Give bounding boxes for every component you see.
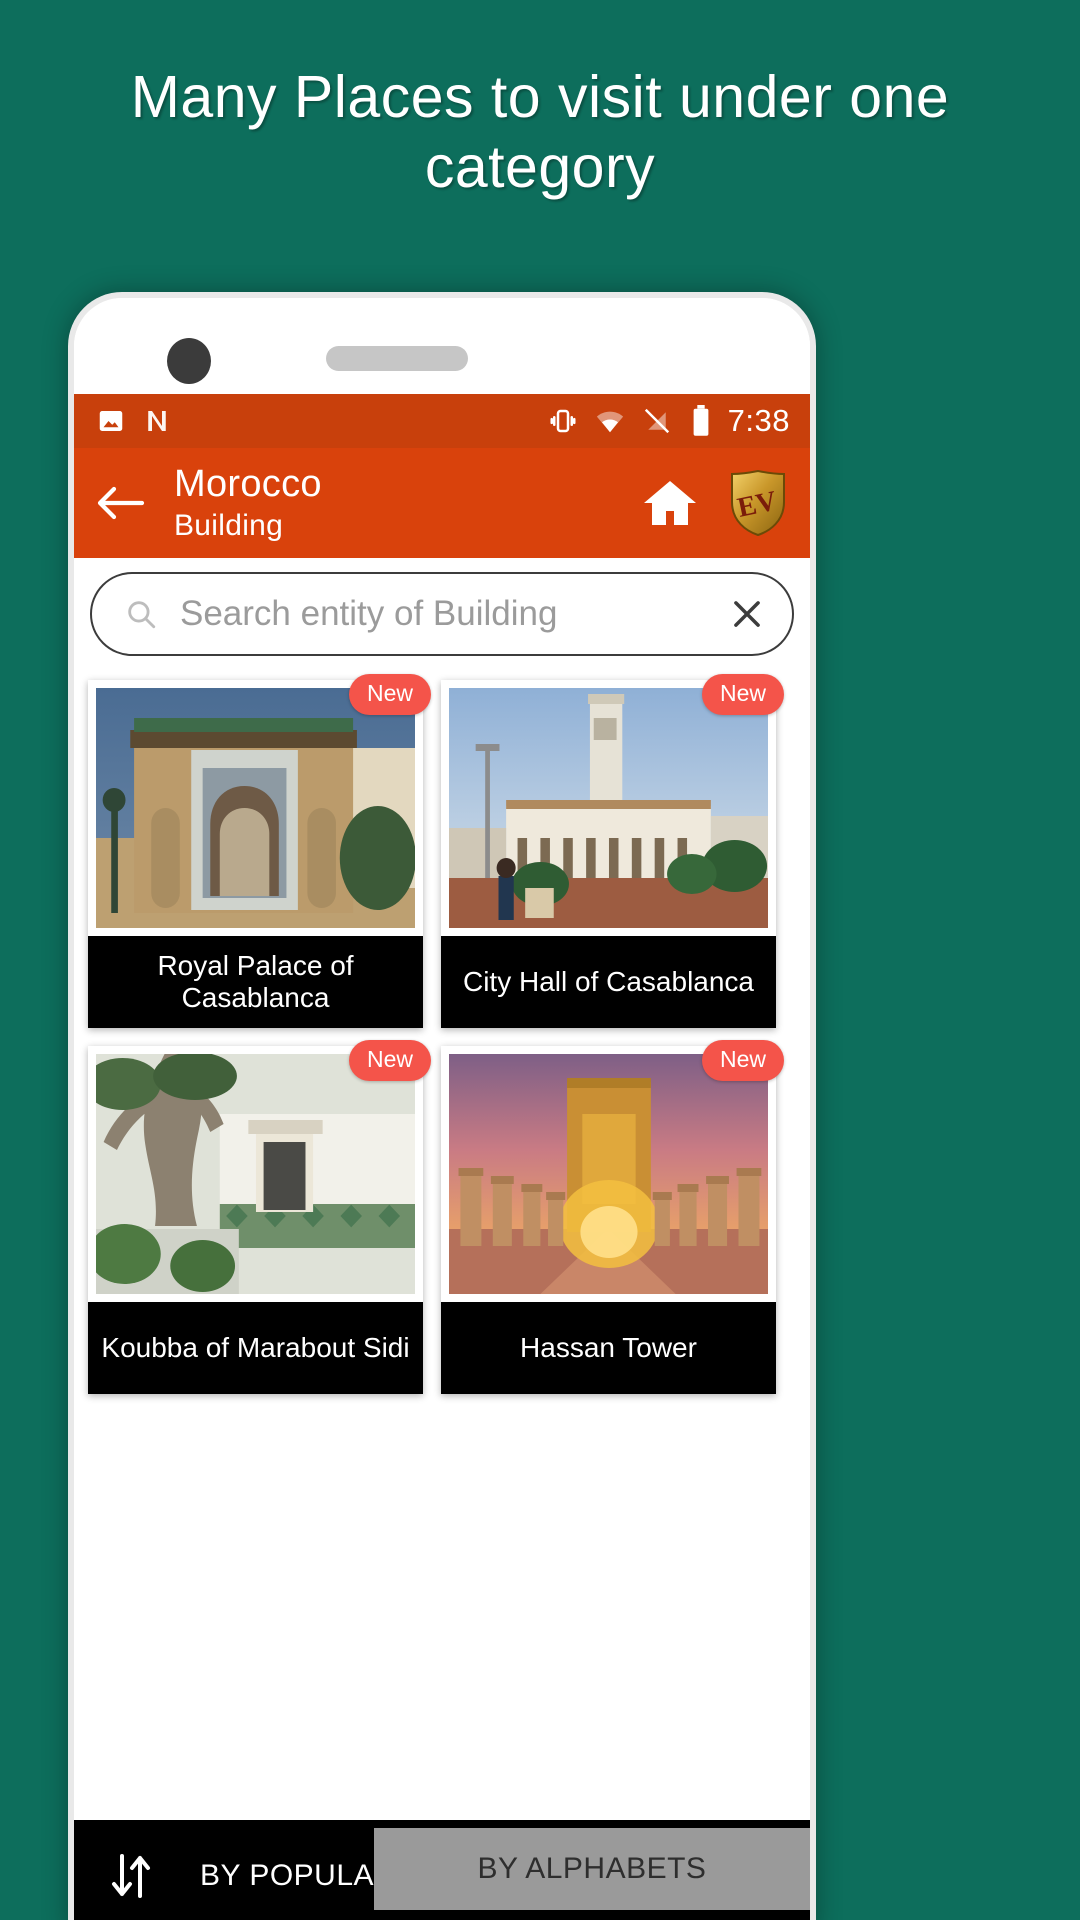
entity-thumbnail <box>96 688 415 928</box>
close-icon[interactable] <box>728 595 766 633</box>
phone-mockup: 7:38 Morocco Building EV Search entity o… <box>68 292 816 1920</box>
search-section: Search entity of Building <box>74 558 810 666</box>
status-bar-notifications <box>96 406 172 436</box>
toolbar-subtitle: Building <box>174 508 284 542</box>
status-bar: 7:38 <box>74 394 810 448</box>
entity-grid: New Royal Palace of Casablanca New City … <box>74 666 810 1394</box>
status-bar-clock: 7:38 <box>727 403 790 438</box>
phone-screen: 7:38 Morocco Building EV Search entity o… <box>74 298 810 1920</box>
front-camera-icon <box>167 338 211 384</box>
sort-bar: BY POPULARITY BY ALPHABETS <box>74 1820 810 1920</box>
search-placeholder: Search entity of Building <box>180 594 558 633</box>
entity-card[interactable]: New <box>441 1040 784 1394</box>
toolbar-titles: Morocco Building <box>174 462 322 542</box>
entity-title: Hassan Tower <box>441 1302 776 1394</box>
vibrate-icon <box>548 406 578 436</box>
search-icon <box>124 597 158 631</box>
signal-off-icon <box>642 406 672 436</box>
status-badge: New <box>701 1040 784 1081</box>
entity-card[interactable]: New <box>88 1040 431 1394</box>
sort-arrows-icon[interactable] <box>108 1850 154 1902</box>
entity-title: Royal Palace of Casablanca <box>88 936 423 1028</box>
brand-badge-icon[interactable]: EV <box>728 469 788 537</box>
back-button[interactable] <box>92 475 148 531</box>
toolbar-title: Morocco <box>174 462 322 505</box>
status-badge: New <box>701 674 784 715</box>
search-input[interactable]: Search entity of Building <box>90 572 794 656</box>
entity-thumbnail <box>449 688 768 928</box>
phone-top-bezel <box>74 298 810 394</box>
page-title: Many Places to visit under one category <box>130 64 950 200</box>
entity-title: Koubba of Marabout Sidi <box>88 1302 423 1394</box>
status-bar-system-icons <box>548 405 714 437</box>
sort-by-alphabets-tab[interactable]: BY ALPHABETS <box>374 1828 810 1910</box>
wifi-icon <box>594 406 626 436</box>
toolbar-actions: EV <box>640 469 788 537</box>
earpiece-speaker <box>326 346 468 371</box>
sort-alphabets-label: BY ALPHABETS <box>477 1852 707 1885</box>
n-app-icon <box>142 406 172 436</box>
app-toolbar: Morocco Building EV <box>74 448 810 558</box>
status-badge: New <box>348 674 431 715</box>
battery-icon <box>688 405 714 437</box>
sort-by-popularity-tab[interactable]: BY POPULARITY <box>74 1820 444 1920</box>
status-badge: New <box>348 1040 431 1081</box>
entity-thumbnail <box>449 1054 768 1294</box>
image-icon <box>96 406 126 436</box>
entity-thumbnail <box>96 1054 415 1294</box>
entity-card[interactable]: New <box>88 674 431 1028</box>
home-icon[interactable] <box>640 475 700 531</box>
entity-title: City Hall of Casablanca <box>441 936 776 1028</box>
entity-card[interactable]: New <box>441 674 784 1028</box>
